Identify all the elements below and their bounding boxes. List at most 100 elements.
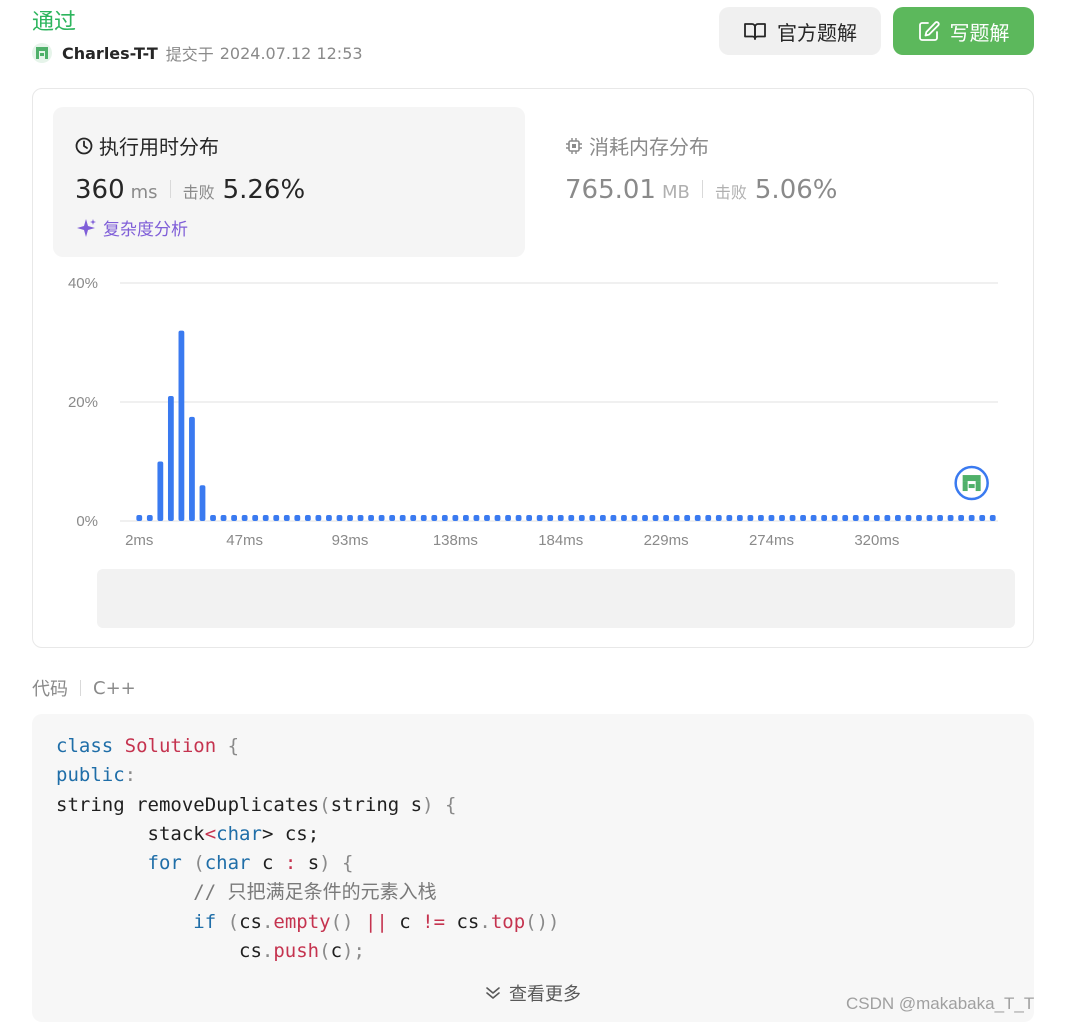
chart-bar <box>642 515 648 521</box>
chart-bar <box>368 515 374 521</box>
code-token: ); <box>342 940 365 963</box>
username[interactable]: Charles-T-T <box>62 44 158 63</box>
complexity-analysis-link[interactable]: 复杂度分析 <box>75 215 188 240</box>
chart-bar <box>726 515 733 521</box>
official-solution-button[interactable]: 官方题解 <box>719 7 881 55</box>
code-token: ( <box>216 910 240 933</box>
chart-bar <box>220 515 227 521</box>
chart-bar <box>315 515 322 521</box>
code-line: string removeDuplicates(string s) { <box>56 791 559 820</box>
code-line: for (char c : s) { <box>56 849 559 878</box>
chart-bar <box>431 515 438 521</box>
chart-bar <box>157 461 164 521</box>
code-token: push <box>273 940 320 963</box>
chart-bar <box>283 515 290 521</box>
chart-bar <box>441 515 448 521</box>
watermark: CSDN @makabaka_T_T <box>846 994 1035 1013</box>
submission-status: 通过 <box>32 10 77 35</box>
runtime-distribution-chart: 40%20%0%2ms2ms47ms47ms93ms93ms138ms138ms… <box>32 260 1034 628</box>
chart-bar <box>557 515 564 521</box>
chart-bar <box>378 515 385 521</box>
tab-runtime[interactable]: 执行用时分布 360 ms 击败 5.26% 复杂度分析 <box>53 107 525 257</box>
clock-icon <box>75 137 93 154</box>
code-token: cs <box>56 940 262 963</box>
chart-bar <box>652 515 659 521</box>
chart-bar <box>399 515 406 521</box>
chip-icon <box>566 137 582 154</box>
chart-bar <box>779 515 785 521</box>
chart-bar <box>905 515 912 521</box>
chart-bar <box>747 515 754 521</box>
chart-bar <box>694 515 701 521</box>
y-tick-label: 0% <box>76 513 98 530</box>
chart-bar <box>473 515 480 521</box>
code-block: class Solution {public: string removeDupl… <box>32 714 1034 1022</box>
runtime-chart-svg: 40%20%0%2ms2ms47ms47ms93ms93ms138ms138ms… <box>68 275 998 549</box>
chart-bar <box>578 515 585 521</box>
code-token: ()) <box>525 910 560 933</box>
chart-bar <box>536 515 543 521</box>
chart-bar <box>599 515 606 521</box>
memory-title-label: 消耗内存分布 <box>589 135 709 159</box>
chart-bar <box>926 515 933 521</box>
code-token: char <box>216 822 262 845</box>
code-line: public: <box>56 761 559 790</box>
code-token: : <box>124 764 137 787</box>
chart-bar <box>420 515 427 521</box>
avatar[interactable] <box>32 43 52 63</box>
chart-bar <box>326 515 332 521</box>
chart-bar <box>178 330 185 521</box>
chart-bar <box>547 515 554 521</box>
chart-bar <box>958 515 965 521</box>
chart-bar <box>262 515 269 521</box>
code-token: ( <box>319 793 331 816</box>
code-token: for <box>147 852 182 875</box>
chart-bar <box>589 515 596 521</box>
code-line: cs.push(c); <box>56 937 559 966</box>
chart-bar <box>663 515 669 521</box>
complexity-label: 复杂度分析 <box>103 220 188 240</box>
chart-bar <box>231 515 237 521</box>
official-solution-label: 官方题解 <box>777 20 857 45</box>
code-token: if <box>193 910 217 933</box>
chart-bar <box>241 515 248 521</box>
code-line: if (cs.empty() || c != cs.top()) <box>56 908 559 937</box>
chart-bar <box>347 515 353 521</box>
code-token: ) { <box>422 793 457 816</box>
code-line: stack<char> cs; <box>56 820 559 849</box>
code-token: { <box>216 735 240 757</box>
chart-bar <box>715 515 722 521</box>
user-marker-avatar-icon <box>975 481 981 492</box>
runtime-unit: ms <box>130 182 158 203</box>
memory-title: 消耗内存分布 <box>565 131 709 160</box>
code-token: cs <box>239 910 262 933</box>
write-solution-button[interactable]: 写题解 <box>893 7 1034 55</box>
chart-bar <box>505 515 511 521</box>
code-token: public <box>56 764 125 787</box>
code-line: // 只把满足条件的元素入栈 <box>56 878 559 907</box>
chart-bar <box>304 515 311 521</box>
code-token: char <box>204 852 251 875</box>
x-tick-label: 320ms <box>854 532 899 549</box>
chart-bar <box>937 515 943 521</box>
chart-bar <box>294 515 301 521</box>
chart-bar <box>673 515 680 521</box>
chart-bar <box>252 515 259 521</box>
code-token: top <box>490 910 526 933</box>
memory-metric: 765.01 MB 击败 5.06% <box>565 175 838 205</box>
tab-memory[interactable]: 消耗内存分布 765.01 MB 击败 5.06% <box>565 107 1005 257</box>
y-tick-label: 40% <box>68 275 98 292</box>
chart-navigator[interactable] <box>97 569 1015 628</box>
chart-bar <box>389 515 396 521</box>
chart-bar <box>410 515 417 521</box>
chart-bar <box>989 515 996 521</box>
chart-bar <box>210 515 216 521</box>
chart-bar <box>515 515 522 521</box>
chart-bar <box>705 515 712 521</box>
code-token: class <box>56 735 114 757</box>
runtime-beat-pct: 5.26% <box>222 175 306 205</box>
runtime-title: 执行用时分布 <box>75 131 219 160</box>
code-token: ( <box>181 852 205 875</box>
chart-bar <box>146 515 153 521</box>
